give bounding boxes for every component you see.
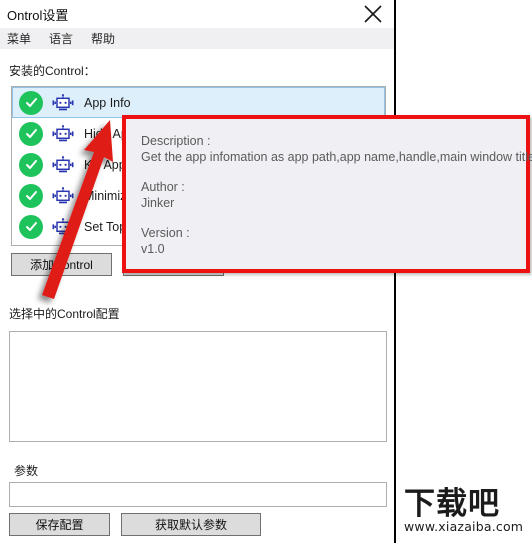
- title-bar: Ontrol设置: [0, 0, 394, 28]
- menu-item-help[interactable]: 帮助: [91, 30, 115, 47]
- menu-item-language[interactable]: 语言: [49, 30, 73, 47]
- config-textarea[interactable]: [9, 331, 387, 442]
- watermark-brand: 下载吧: [404, 486, 500, 522]
- bottom-action-buttons: 保存配置 获取默认参数: [9, 513, 261, 536]
- bot-icon: [51, 216, 75, 238]
- tooltip-version-value: v1.0: [141, 242, 165, 256]
- bot-icon: [51, 123, 75, 145]
- check-circle-icon: [19, 90, 43, 115]
- check-circle-icon: [19, 121, 43, 146]
- list-item-label: App Info: [84, 95, 131, 110]
- menu-bar: 菜单 语言 帮助: [0, 28, 394, 49]
- parameters-label: 参数: [14, 464, 39, 478]
- tooltip-version-label: Version :: [141, 226, 190, 240]
- tooltip-spacer: [141, 165, 526, 179]
- check-circle-icon: [19, 214, 43, 239]
- save-config-button[interactable]: 保存配置: [9, 513, 110, 536]
- bot-icon: [51, 185, 75, 207]
- get-default-params-button[interactable]: 获取默认参数: [121, 513, 261, 536]
- list-item-label: Kill App: [84, 157, 126, 172]
- bot-icon: [51, 92, 75, 114]
- watermark-url: www.xiazaiba.com: [404, 519, 524, 534]
- selected-config-label: 选择中的Control配置: [9, 307, 120, 321]
- list-item[interactable]: App Info: [12, 87, 385, 118]
- tooltip-description-label: Description :: [141, 134, 211, 148]
- check-circle-icon: [19, 183, 43, 208]
- menu-item-menu[interactable]: 菜单: [7, 30, 31, 47]
- tooltip-author-value: Jinker: [141, 196, 175, 210]
- tooltip-description-value: Get the app infomation as app path,app n…: [141, 150, 532, 164]
- window-title: Ontrol设置: [7, 8, 69, 23]
- add-control-button[interactable]: 添加Control: [11, 253, 112, 276]
- watermark: 下载吧 www.xiazaiba.com: [404, 487, 528, 539]
- tooltip-author-label: Author :: [141, 180, 185, 194]
- control-info-tooltip: Description : Get the app infomation as …: [122, 115, 532, 273]
- close-button[interactable]: [356, 0, 390, 28]
- parameters-input[interactable]: [9, 482, 387, 507]
- installed-controls-label: 安装的Control：: [9, 64, 96, 78]
- bot-icon: [51, 154, 75, 176]
- tooltip-spacer: [141, 211, 526, 225]
- check-circle-icon: [19, 152, 43, 177]
- close-icon: [363, 4, 383, 24]
